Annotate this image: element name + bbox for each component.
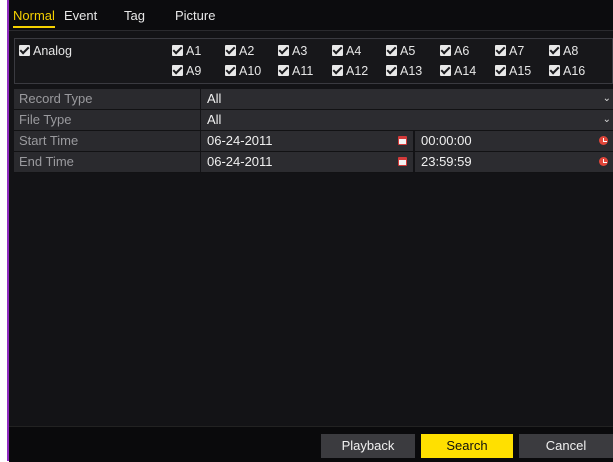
file-type-value: All [207, 112, 222, 127]
record-type-select[interactable]: All ⌄ [201, 89, 613, 109]
record-type-value: All [207, 91, 222, 106]
end-date-value: 06-24-2011 [207, 154, 273, 169]
search-form: Record Type All ⌄ File Type All ⌄ Start … [14, 89, 613, 173]
checkbox-checked-icon [225, 45, 236, 56]
channel-checkbox-a6[interactable]: A6 [440, 43, 469, 59]
checkbox-checked-icon [549, 65, 560, 76]
channel-checkbox-a12[interactable]: A12 [332, 63, 368, 79]
channel-checkbox-a11[interactable]: A11 [278, 63, 313, 79]
channel-checkbox-a10[interactable]: A10 [225, 63, 261, 79]
checkbox-checked-icon [495, 45, 506, 56]
action-bar: Playback Search Cancel [9, 426, 613, 462]
search-button[interactable]: Search [421, 434, 513, 458]
clock-icon[interactable] [599, 157, 608, 166]
channel-checkbox-a7[interactable]: A7 [495, 43, 524, 59]
start-clock-value: 00:00:00 [421, 133, 472, 148]
end-date-field[interactable]: 06-24-2011 [201, 152, 413, 172]
checkbox-checked-icon [495, 65, 506, 76]
analog-checkbox[interactable]: Analog [19, 43, 72, 59]
checkbox-checked-icon [440, 45, 451, 56]
tab-bar: Normal Event Tag Picture [9, 0, 613, 31]
calendar-icon[interactable] [398, 157, 407, 166]
end-time-row: End Time 06-24-2011 23:59:59 [14, 152, 613, 173]
file-type-row: File Type All ⌄ [14, 110, 613, 131]
checkbox-checked-icon [332, 65, 343, 76]
record-type-row: Record Type All ⌄ [14, 89, 613, 110]
tab-tag[interactable]: Tag [124, 6, 145, 26]
checkbox-checked-icon [172, 65, 183, 76]
channel-checkbox-a16[interactable]: A16 [549, 63, 585, 79]
start-date-field[interactable]: 06-24-2011 [201, 131, 413, 151]
channel-checkbox-a9[interactable]: A9 [172, 63, 201, 79]
checkbox-checked-icon [278, 65, 289, 76]
checkbox-checked-icon [225, 65, 236, 76]
end-clock-value: 23:59:59 [421, 154, 472, 169]
channel-checkbox-a13[interactable]: A13 [386, 63, 422, 79]
checkbox-checked-icon [440, 65, 451, 76]
checkbox-checked-icon [386, 45, 397, 56]
file-type-label: File Type [14, 110, 200, 130]
channel-checkbox-a14[interactable]: A14 [440, 63, 476, 79]
channel-checkbox-a2[interactable]: A2 [225, 43, 254, 59]
cancel-button[interactable]: Cancel [519, 434, 613, 458]
search-window: Normal Event Tag Picture Analog A1 A2 A3… [7, 0, 613, 462]
checkbox-checked-icon [549, 45, 560, 56]
playback-button[interactable]: Playback [321, 434, 415, 458]
end-time-label: End Time [14, 152, 200, 172]
record-type-label: Record Type [14, 89, 200, 109]
channel-checkbox-a5[interactable]: A5 [386, 43, 415, 59]
tab-event[interactable]: Event [64, 6, 97, 26]
channel-checkbox-a4[interactable]: A4 [332, 43, 361, 59]
clock-icon[interactable] [599, 136, 608, 145]
channel-checkbox-a8[interactable]: A8 [549, 43, 578, 59]
channel-checkbox-a1[interactable]: A1 [172, 43, 201, 59]
checkbox-checked-icon [278, 45, 289, 56]
start-date-value: 06-24-2011 [207, 133, 273, 148]
channel-checkbox-a3[interactable]: A3 [278, 43, 307, 59]
channel-checkbox-a15[interactable]: A15 [495, 63, 531, 79]
chevron-down-icon: ⌄ [602, 93, 611, 104]
channel-selection: Analog A1 A2 A3 A4 A5 A6 A7 A8 A9 A10 A1… [14, 38, 613, 84]
calendar-icon[interactable] [398, 136, 407, 145]
checkbox-checked-icon [19, 45, 30, 56]
checkbox-checked-icon [172, 45, 183, 56]
checkbox-checked-icon [386, 65, 397, 76]
end-clock-field[interactable]: 23:59:59 [415, 152, 613, 172]
start-clock-field[interactable]: 00:00:00 [415, 131, 613, 151]
checkbox-checked-icon [332, 45, 343, 56]
tab-normal[interactable]: Normal [13, 6, 55, 28]
tab-picture[interactable]: Picture [175, 6, 215, 26]
file-type-select[interactable]: All ⌄ [201, 110, 613, 130]
chevron-down-icon: ⌄ [602, 114, 611, 125]
start-time-row: Start Time 06-24-2011 00:00:00 [14, 131, 613, 152]
start-time-label: Start Time [14, 131, 200, 151]
